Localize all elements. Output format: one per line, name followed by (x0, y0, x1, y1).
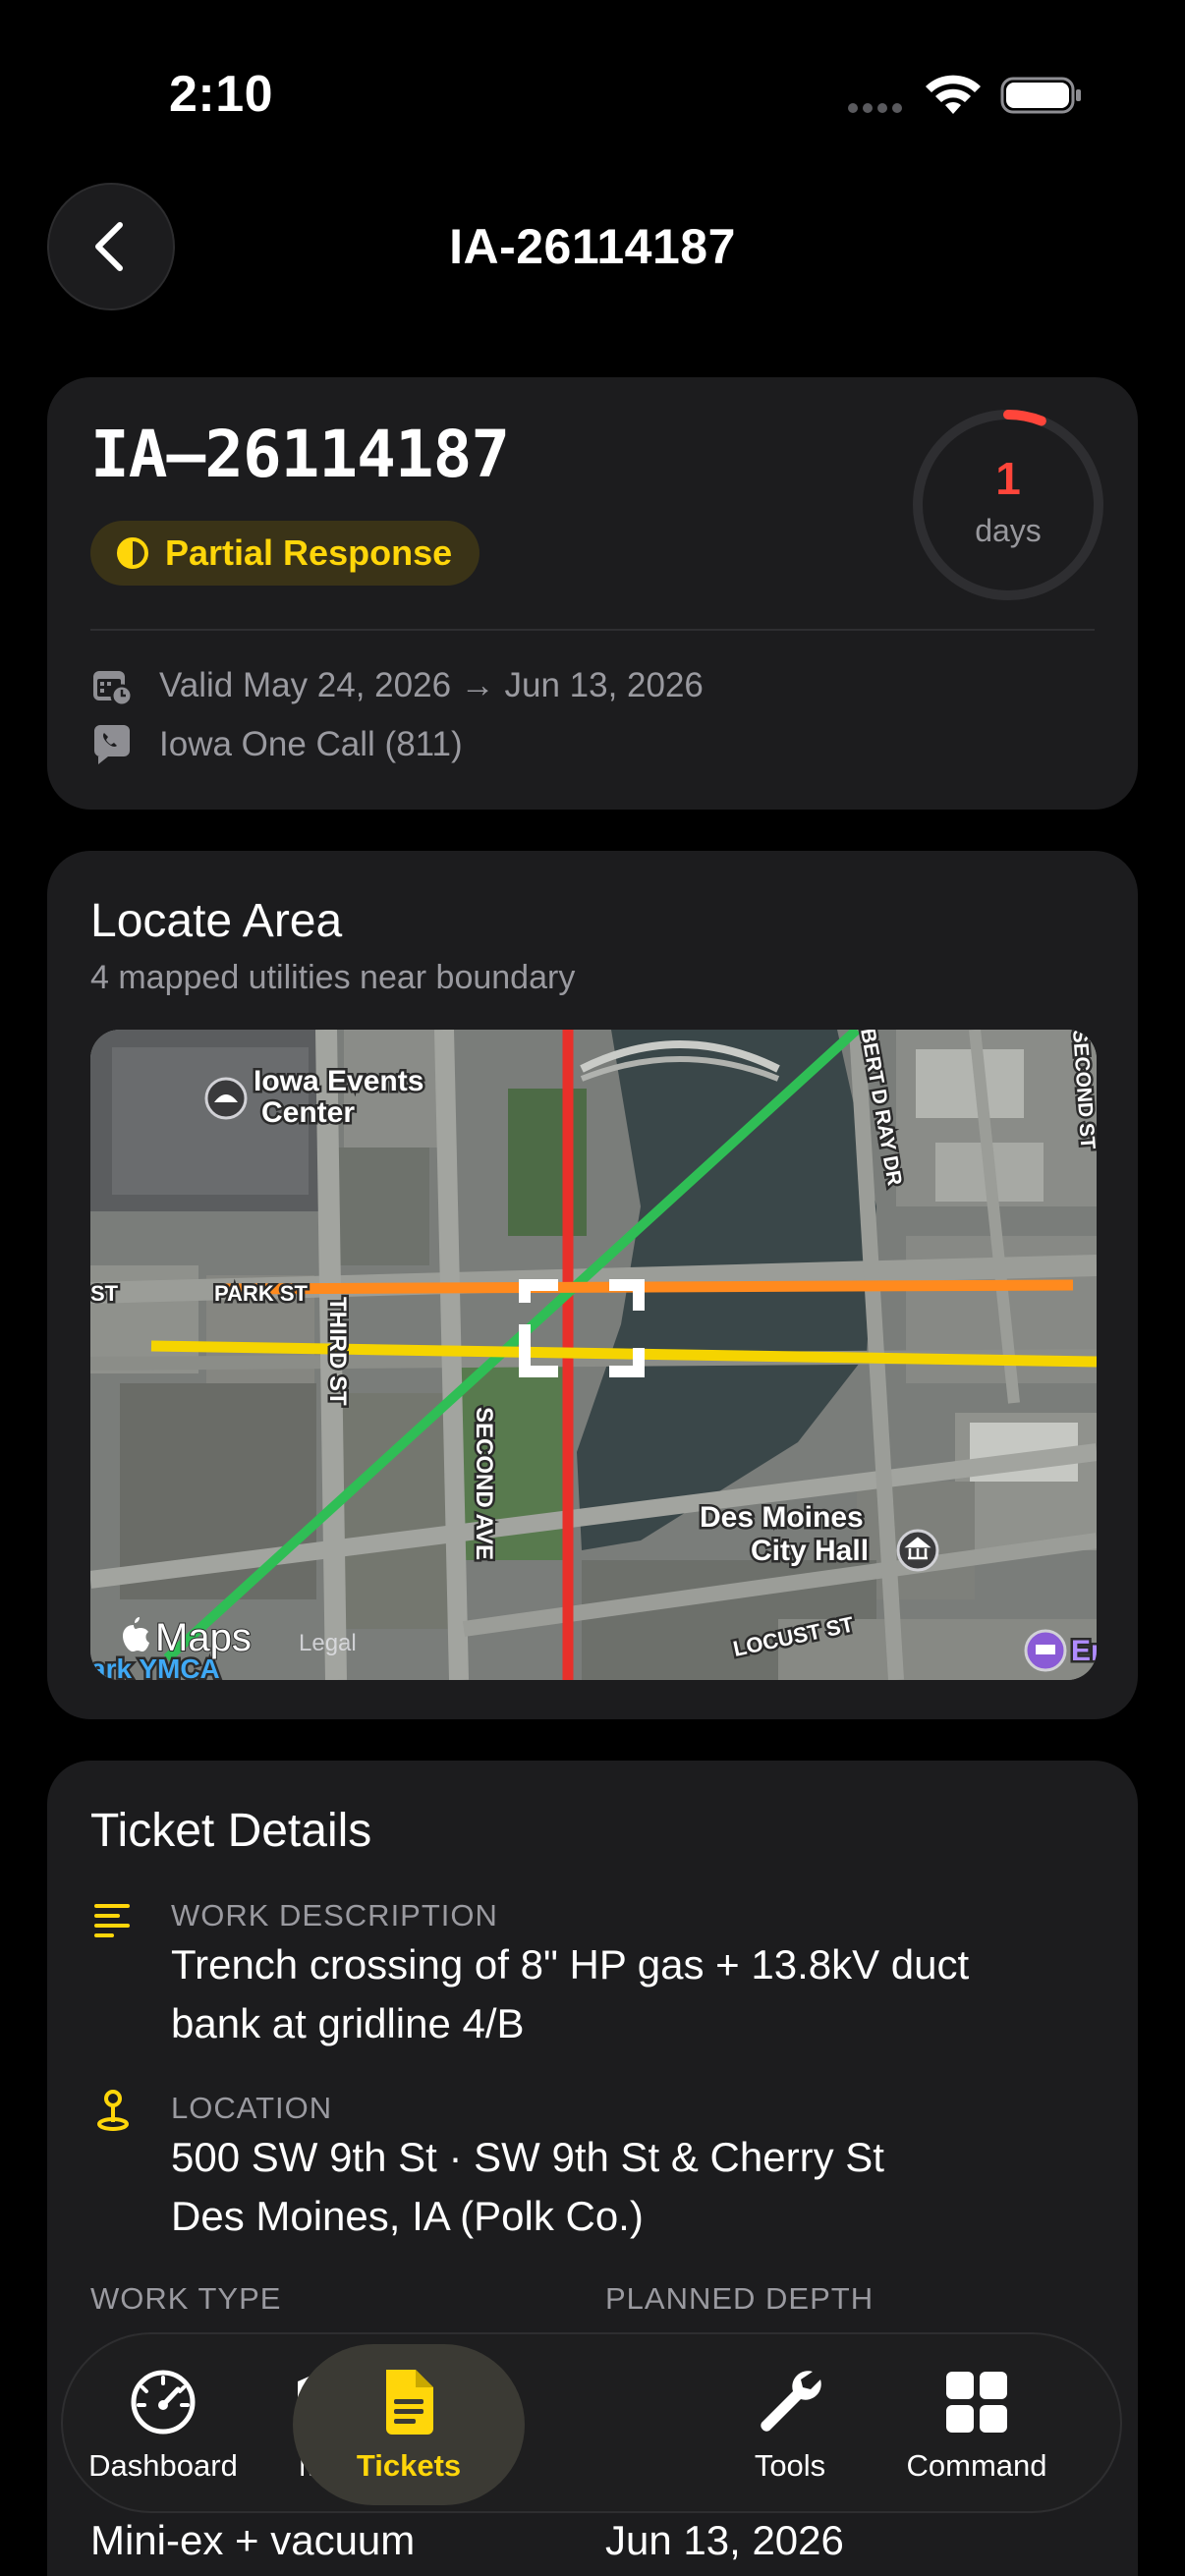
section-title-locate-area: Locate Area (90, 895, 343, 947)
ticket-summary-card: IA–26114187 Partial Response 1 days Vali… (47, 377, 1138, 810)
status-bar: 2:10 (0, 0, 1185, 187)
tab-command[interactable]: Command (888, 2344, 1065, 2505)
map-legal-link[interactable]: Legal (299, 1630, 357, 1656)
grid-icon (946, 2372, 1007, 2433)
tab-label: Command (906, 2448, 1047, 2483)
page-title: IA-26114187 (449, 219, 736, 274)
map-label-park-st: PARK ST (214, 1281, 308, 1306)
work-description-label: WORK DESCRIPTION (171, 1898, 498, 1932)
locate-area-subtitle: 4 mapped utilities near boundary (90, 959, 576, 996)
map-label-st: ST (90, 1281, 119, 1306)
map-label-second-ave: SECOND AVE (471, 1407, 497, 1560)
half-circle-icon (117, 537, 148, 569)
tab-tools[interactable]: Tools (731, 2344, 849, 2505)
date-value: Jun 13, 2026 (605, 2517, 844, 2563)
cellular-signal-icon (848, 103, 902, 113)
text-lines-icon (94, 1904, 130, 1937)
satellite-map[interactable]: Iowa Events Center PARK ST ST Des Moines… (90, 1030, 1097, 1680)
ticket-detail-screen: 2:10 IA-26114187 IA–26114187 Partial Res… (0, 0, 1185, 2576)
source-text: Iowa One Call (811) (159, 725, 463, 763)
gauge-icon (131, 2370, 196, 2435)
validity-row: Valid May 24, 2026 → Jun 13, 2026 (90, 664, 704, 707)
section-title-ticket-details: Ticket Details (90, 1805, 372, 1857)
map-label-events-1: Iowa Events (254, 1065, 423, 1097)
location-line-2: Des Moines, IA (Polk Co.) (171, 2193, 644, 2239)
status-badge-label: Partial Response (165, 532, 453, 573)
map-label-city-hall-1: Des Moines (700, 1501, 864, 1534)
calendar-clock-icon (93, 671, 134, 707)
work-type-label: WORK TYPE (90, 2281, 282, 2316)
work-description-line-2: bank at gridline 4/B (171, 2000, 525, 2046)
map-label-events-2: Center (261, 1096, 355, 1129)
wrench-icon (761, 2371, 821, 2432)
tab-label: Dashboard (88, 2448, 238, 2483)
map-label-city-hall-2: City Hall (751, 1535, 869, 1567)
work-description-line-1: Trench crossing of 8" HP gas + 13.8kV du… (171, 1941, 970, 1988)
days-remaining-value: 1 (995, 453, 1021, 504)
status-badge: Partial Response (90, 521, 480, 586)
status-time: 2:10 (169, 66, 274, 123)
equipment-value: Mini-ex + vacuum (90, 2517, 416, 2563)
phone-bubble-icon (94, 725, 130, 764)
tab-label: Tools (754, 2448, 826, 2483)
wifi-icon (926, 75, 981, 114)
ticket-number: IA–26114187 (90, 417, 510, 492)
days-remaining-ring: 1 days (908, 405, 1108, 605)
tab-tickets[interactable]: Tickets (293, 2344, 525, 2505)
battery-icon (1000, 77, 1081, 114)
tab-bar: Dashboard Map Tickets Tools (61, 2332, 1122, 2513)
days-remaining-unit: days (975, 513, 1042, 548)
map-label-third-st: THIRD ST (324, 1297, 351, 1406)
source-row: Iowa One Call (811) (90, 723, 463, 766)
ring-progress (1003, 410, 1046, 426)
tab-dashboard[interactable]: Dashboard (81, 2344, 246, 2505)
tab-label: Tickets (356, 2448, 462, 2483)
map-label-edge: Er (1071, 1635, 1097, 1667)
location-label: LOCATION (171, 2091, 333, 2125)
locate-area-card: Locate Area 4 mapped utilities near boun… (47, 851, 1138, 1719)
validity-text: Valid May 24, 2026 → Jun 13, 2026 (159, 666, 704, 704)
map-canvas: Iowa Events Center PARK ST ST Des Moines… (90, 1030, 1097, 1680)
maps-brand-label: Maps (155, 1616, 252, 1659)
location-line-1: 500 SW 9th St · SW 9th St & Cherry St (171, 2134, 884, 2180)
document-icon (386, 2370, 433, 2435)
divider (90, 629, 1095, 631)
location-pin-icon (97, 2090, 129, 2131)
planned-depth-label: PLANNED DEPTH (605, 2281, 875, 2316)
